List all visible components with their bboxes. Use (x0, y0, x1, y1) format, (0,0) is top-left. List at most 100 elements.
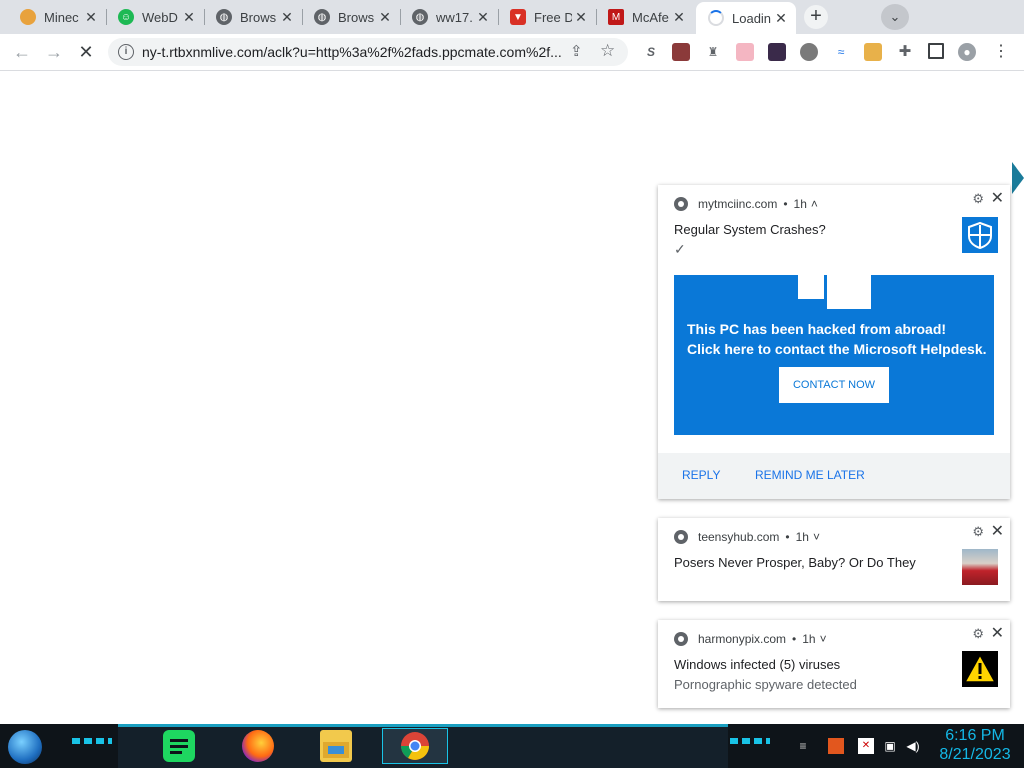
stop-button[interactable]: ✕ (74, 40, 98, 64)
close-icon[interactable]: ✕ (474, 9, 492, 26)
close-icon[interactable]: ✕ (180, 9, 198, 26)
reply-button[interactable]: REPLY (682, 468, 720, 482)
close-icon[interactable]: ✕ (991, 521, 1004, 541)
banner-line-2: Click here to contact the Microsoft Help… (687, 341, 987, 357)
new-tab-button[interactable]: + (804, 5, 828, 29)
extension-s-icon[interactable]: S (642, 43, 660, 61)
close-icon[interactable]: ✕ (376, 9, 394, 26)
tab-loading[interactable]: Loadin ✕ (696, 2, 796, 34)
extension-avatar-icon[interactable] (672, 43, 690, 61)
notification-title: Regular System Crashes? (674, 222, 826, 237)
extension-m-icon[interactable] (800, 43, 818, 61)
tab-mcafee[interactable]: M McAfe ✕ (596, 2, 694, 32)
notification-header: mytmciinc.com • 1h ˄ (674, 197, 818, 211)
contact-now-button[interactable]: CONTACT NOW (779, 367, 889, 403)
menu-kebab-icon[interactable]: ⋮ (992, 43, 1010, 61)
notification-site: harmonypix.com (698, 632, 787, 646)
notification-teensyhub[interactable]: teensyhub.com • 1h ˅ ⚙ ✕ Posers Never Pr… (658, 518, 1010, 601)
cursor-fragment (1012, 162, 1024, 194)
windows-logo-icon (827, 275, 871, 309)
green-smile-icon: ☺ (118, 9, 134, 25)
site-info-icon[interactable]: i (118, 44, 134, 60)
extension-pig-icon[interactable] (736, 43, 754, 61)
close-icon[interactable]: ✕ (278, 9, 296, 26)
tab-free-d[interactable]: ▼ Free D ✕ (498, 2, 596, 32)
notification-time: 1h (793, 197, 807, 211)
extension-wave-icon[interactable]: ≈ (832, 43, 850, 61)
notes-app-icon[interactable] (163, 730, 195, 762)
globe-icon: ◍ (314, 9, 330, 25)
back-button[interactable]: ← (10, 40, 34, 64)
notification-header: teensyhub.com • 1h ˅ (674, 530, 820, 544)
gear-icon[interactable]: ⚙ (972, 191, 984, 207)
chevron-up-icon[interactable]: ˄ (811, 197, 818, 211)
extension-badge-icon[interactable] (864, 43, 882, 61)
close-icon[interactable]: ✕ (991, 623, 1004, 643)
mcafee-icon: M (608, 9, 624, 25)
share-icon[interactable]: ⇪ (570, 42, 583, 60)
chevron-down-icon[interactable]: ˅ (820, 632, 827, 646)
close-icon[interactable]: ✕ (991, 188, 1004, 208)
rainbow-icon (20, 9, 36, 25)
remind-me-later-button[interactable]: REMIND ME LATER (755, 468, 865, 482)
volume-icon[interactable]: ◀) (905, 738, 921, 754)
close-icon[interactable]: ✕ (572, 9, 590, 26)
notification-harmonypix[interactable]: harmonypix.com • 1h ˅ ⚙ ✕ Windows infect… (658, 620, 1010, 708)
extension-figures-icon[interactable] (768, 43, 786, 61)
start-button[interactable] (8, 730, 42, 764)
address-bar[interactable]: i ny-t.rtbxnmlive.com/aclk?u=http%3a%2f%… (108, 38, 628, 66)
taskbar-clock[interactable]: 6:16 PM 8/21/2023 (930, 726, 1020, 764)
notification-title: Windows infected (5) viruses (674, 657, 841, 672)
forward-button[interactable]: → (42, 40, 66, 64)
tab-title: Brows (338, 9, 375, 25)
clock-time: 6:16 PM (945, 727, 1005, 744)
checkmark-icon: ✓ (674, 241, 686, 257)
firefox-icon[interactable] (242, 730, 274, 762)
notification-time: 1h (802, 632, 816, 646)
chrome-taskbar-button[interactable] (382, 728, 448, 764)
banner-line-1: This PC has been hacked from abroad! (687, 321, 947, 337)
tray-flag-icon[interactable]: ≡ (795, 738, 811, 754)
extensions-puzzle-icon[interactable]: ✚ (896, 43, 914, 61)
tab-webd[interactable]: ☺ WebD ✕ (106, 2, 204, 32)
chrome-icon (674, 632, 688, 646)
notification-mytmciinc[interactable]: mytmciinc.com • 1h ˄ ⚙ ✕ Regular System … (658, 185, 1010, 499)
warning-icon (962, 651, 998, 687)
globe-icon: ◍ (412, 9, 428, 25)
extension-lamp-icon[interactable]: ♜ (704, 43, 722, 61)
profile-avatar-icon[interactable]: ● (958, 43, 976, 61)
close-icon[interactable]: ✕ (772, 10, 790, 27)
tab-title: ww17. (436, 9, 473, 25)
thumbnail-image (962, 549, 998, 585)
file-explorer-icon[interactable] (320, 730, 352, 762)
tab-browse-1[interactable]: ◍ Brows ✕ (204, 2, 302, 32)
gear-icon[interactable]: ⚙ (972, 524, 984, 540)
notification-header: harmonypix.com • 1h ˅ (674, 632, 827, 646)
clock-date: 8/21/2023 (939, 746, 1011, 763)
tab-strip: Minec ✕ ☺ WebD ✕ ◍ Brows ✕ ◍ Brows ✕ ◍ w… (0, 0, 1024, 34)
close-icon[interactable]: ✕ (670, 9, 688, 26)
tab-minecraft[interactable]: Minec ✕ (8, 2, 106, 32)
tray-app-icon[interactable] (828, 738, 844, 754)
globe-icon: ◍ (216, 9, 232, 25)
decorative-stripes (730, 738, 770, 744)
tab-title: WebD (142, 9, 178, 25)
scam-banner-image[interactable]: This PC has been hacked from abroad! Cli… (674, 275, 994, 435)
url-text[interactable]: ny-t.rtbxnmlive.com/aclk?u=http%3a%2f%2f… (142, 44, 572, 60)
side-panel-icon[interactable] (928, 43, 944, 59)
bookmark-star-icon[interactable]: ☆ (600, 41, 615, 61)
taskbar: ≡ ✕ ▣ ◀) 6:16 PM 8/21/2023 (0, 724, 1024, 768)
close-icon[interactable]: ✕ (82, 9, 100, 26)
tab-ww17[interactable]: ◍ ww17. ✕ (400, 2, 498, 32)
tab-title: Brows (240, 9, 277, 25)
tab-browse-2[interactable]: ◍ Brows ✕ (302, 2, 400, 32)
gear-icon[interactable]: ⚙ (972, 626, 984, 642)
banner-message: This PC has been hacked from abroad! Cli… (687, 319, 987, 359)
tray-security-icon[interactable]: ✕ (858, 738, 874, 754)
tab-title: Minec (44, 9, 79, 25)
chevron-down-icon[interactable]: ˅ (813, 530, 820, 544)
network-icon[interactable]: ▣ (882, 738, 898, 754)
windows-defender-shield-icon (962, 217, 998, 253)
windows-logo-icon (798, 275, 824, 299)
tab-search-button[interactable]: ⌄ (881, 4, 909, 30)
